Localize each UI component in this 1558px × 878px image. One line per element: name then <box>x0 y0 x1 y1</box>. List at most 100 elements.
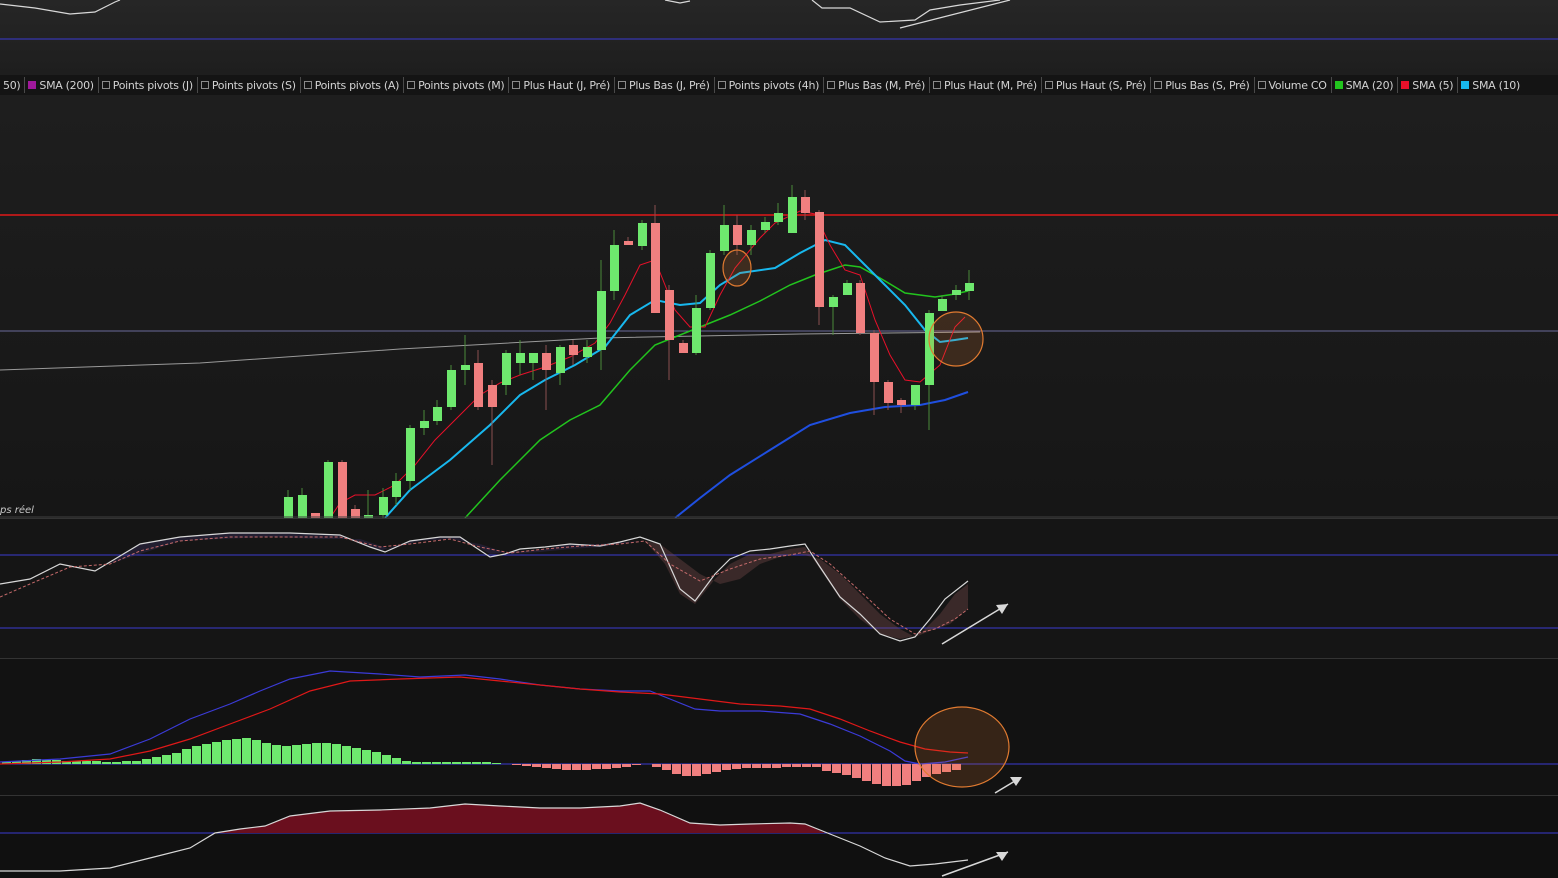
legend-item[interactable]: SMA (10) <box>1458 77 1520 93</box>
legend-item[interactable]: Plus Haut (M, Pré) <box>930 77 1042 93</box>
candle-body <box>788 197 797 233</box>
macd-histogram-bar <box>312 743 321 764</box>
macd-histogram-bar <box>522 764 531 766</box>
legend-label: Points pivots (4h) <box>728 78 820 92</box>
macd-histogram-bar <box>292 745 301 764</box>
legend-swatch[interactable] <box>512 81 521 89</box>
macd-histogram-bar <box>722 764 731 770</box>
macd-histogram-bar <box>342 746 351 764</box>
legend-swatch[interactable] <box>933 81 941 89</box>
legend-swatch[interactable] <box>200 81 209 89</box>
bottom-indicator-plot <box>0 802 1558 877</box>
macd-histogram-bar <box>512 764 521 765</box>
legend-item[interactable]: Points pivots (J) <box>99 77 198 93</box>
legend-label: SMA (20) <box>1345 78 1394 92</box>
realtime-label: ps réel <box>0 505 34 516</box>
legend-label: Plus Bas (J, Pré) <box>629 78 710 92</box>
legend-item[interactable]: Volume CO <box>1255 77 1332 93</box>
legend-label: Points pivots (A) <box>314 78 400 92</box>
macd-histogram-bar <box>222 740 231 764</box>
legend-swatch[interactable] <box>28 81 37 89</box>
candle-body <box>461 365 470 370</box>
macd-histogram-bar <box>912 764 921 781</box>
macd-histogram-bar <box>112 762 121 764</box>
stochastic-plot <box>0 532 1558 645</box>
macd-histogram-bar <box>202 744 211 764</box>
macd-histogram-bar <box>212 742 221 764</box>
legend-item[interactable]: Points pivots (S) <box>198 77 301 93</box>
legend-item[interactable]: Plus Haut (J, Pré) <box>509 77 615 93</box>
sma-5-line <box>329 210 966 518</box>
legend-swatch[interactable] <box>407 81 416 89</box>
macd-histogram-bar <box>362 750 371 764</box>
legend-item[interactable]: SMA (200) <box>25 77 99 93</box>
legend-swatch[interactable] <box>1334 81 1343 89</box>
candle-body <box>638 223 647 246</box>
candle-body <box>447 370 456 407</box>
macd-histogram-bar <box>492 763 501 764</box>
legend-swatch[interactable] <box>1401 81 1410 89</box>
macd-histogram-bar <box>162 755 171 764</box>
candle-body <box>665 290 674 340</box>
candle-body <box>938 299 947 311</box>
legend-swatch[interactable] <box>717 81 726 89</box>
macd-histogram-bar <box>712 764 721 772</box>
macd-histogram-bar <box>472 762 481 764</box>
candle-body <box>815 212 824 307</box>
legend-swatch[interactable] <box>1461 81 1470 89</box>
legend-label: Points pivots (S) <box>211 78 296 92</box>
macd-histogram-bar <box>132 761 141 764</box>
legend-item[interactable]: Plus Bas (J, Pré) <box>615 77 715 93</box>
macd-histogram-bar <box>332 744 341 764</box>
legend-item[interactable]: SMA (5) <box>1398 77 1459 93</box>
legend-swatch[interactable] <box>101 81 110 89</box>
macd-histogram-bar <box>172 753 181 764</box>
top-indicator-pane[interactable] <box>0 0 1558 75</box>
macd-histogram-bar <box>652 764 661 767</box>
legend-item[interactable]: Points pivots (M) <box>404 77 510 93</box>
stochastic-pane[interactable] <box>0 518 1558 659</box>
sma-200-line <box>0 331 981 371</box>
legend-swatch[interactable] <box>827 81 836 89</box>
candle-body <box>542 353 551 370</box>
macd-histogram-bar <box>352 748 361 764</box>
macd-histogram-bar <box>752 764 761 768</box>
legend-item[interactable]: Plus Haut (S, Pré) <box>1042 77 1152 93</box>
legend-swatch[interactable] <box>1154 81 1163 89</box>
candle-body <box>420 421 429 428</box>
macd-histogram-bar <box>702 764 711 774</box>
legend-item[interactable]: Points pivots (A) <box>301 77 405 93</box>
macd-histogram-bar <box>582 764 591 770</box>
bottom-indicator-pane[interactable] <box>0 795 1558 878</box>
macd-histogram-bar <box>302 744 311 764</box>
legend-label: Points pivots (J) <box>112 78 193 92</box>
legend-label: Plus Bas (S, Pré) <box>1165 78 1250 92</box>
price-chart-pane[interactable] <box>0 95 1558 518</box>
legend-swatch[interactable] <box>618 81 626 89</box>
macd-histogram-bar <box>192 746 201 764</box>
candle-body <box>516 353 525 363</box>
legend-item[interactable]: SMA (20) <box>1332 77 1399 93</box>
legend-swatch[interactable] <box>1257 81 1266 89</box>
candle-body <box>720 225 729 251</box>
legend-swatch[interactable] <box>303 81 312 89</box>
candle-body <box>284 497 293 518</box>
candle-body <box>733 225 742 245</box>
macd-histogram-bar <box>102 762 111 764</box>
candle-body <box>706 253 715 308</box>
macd-histogram-bar <box>622 764 631 767</box>
macd-pane[interactable] <box>0 658 1558 796</box>
legend-item[interactable]: Plus Bas (S, Pré) <box>1151 77 1255 93</box>
legend-label: Plus Haut (J, Pré) <box>523 78 610 92</box>
legend-label: Plus Haut (S, Pré) <box>1055 78 1147 92</box>
trend-arrow-head <box>1010 777 1022 786</box>
legend-item[interactable]: Points pivots (4h) <box>715 77 825 93</box>
legend-item[interactable]: Plus Bas (M, Pré) <box>824 77 930 93</box>
trend-arrow-icon <box>941 851 1009 877</box>
macd-histogram-bar <box>682 764 691 776</box>
legend-swatch[interactable] <box>1044 81 1053 89</box>
candle-body <box>747 230 756 245</box>
legend-item[interactable]: 50) <box>0 77 26 93</box>
candle-body <box>474 363 483 407</box>
candle-body <box>324 462 333 518</box>
